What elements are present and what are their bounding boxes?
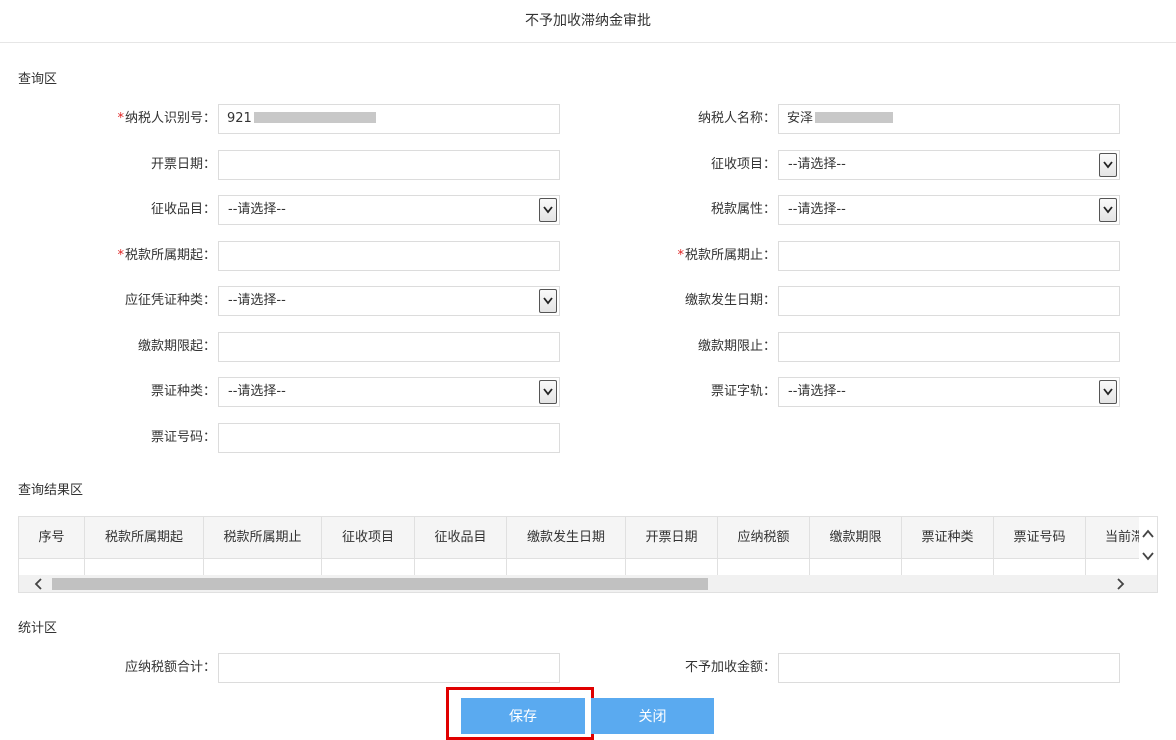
column-header[interactable]: 缴款发生日期 (507, 517, 626, 559)
period-start-label: *税款所属期起： (117, 248, 216, 263)
column-header[interactable]: 缴款期限 (810, 517, 902, 559)
exempt-amount-input[interactable] (778, 653, 1120, 683)
save-button[interactable]: 保存 (461, 698, 585, 734)
tax-attribute-label: 税款属性： (710, 202, 776, 217)
levy-item-label: 征收项目： (710, 157, 776, 172)
chevron-down-icon[interactable] (1141, 549, 1155, 563)
redaction-mask (815, 112, 894, 123)
results-grid: 序号 税款所属期起 税款所属期止 征收项目 征收品目 缴款发生日期 开票日期 应… (18, 516, 1158, 593)
scrollbar-thumb[interactable] (52, 578, 708, 590)
query-section-title: 查询区 (18, 72, 58, 87)
taxpayer-id-input[interactable]: 921 (218, 104, 560, 134)
required-mark: * (117, 248, 124, 263)
tax-attribute-select[interactable]: --请选择-- (778, 195, 1120, 225)
chevron-right-icon[interactable] (1113, 577, 1127, 591)
voucher-type-label: 应征凭证种类： (124, 293, 216, 308)
deadline-end-input[interactable] (778, 332, 1120, 362)
deadline-end-label: 缴款期限止： (697, 339, 776, 354)
period-end-label: *税款所属期止： (677, 248, 776, 263)
chevron-left-icon[interactable] (32, 577, 46, 591)
taxpayer-name-label: 纳税人名称： (697, 111, 776, 126)
exempt-amount-label: 不予加收金额： (684, 660, 776, 675)
ticket-track-label: 票证字轨： (710, 384, 776, 399)
ticket-number-input[interactable] (218, 423, 560, 453)
taxpayer-name-input[interactable]: 安泽 (778, 104, 1120, 134)
column-header[interactable]: 应纳税额 (718, 517, 810, 559)
chevron-up-icon[interactable] (1141, 527, 1155, 541)
ticket-number-label: 票证号码： (150, 430, 216, 445)
close-button[interactable]: 关闭 (591, 698, 714, 734)
grid-header: 序号 税款所属期起 税款所属期止 征收项目 征收品目 缴款发生日期 开票日期 应… (19, 517, 1141, 559)
ticket-type-select[interactable]: --请选择-- (218, 377, 560, 407)
horizontal-scrollbar[interactable] (19, 575, 1157, 592)
chevron-down-icon[interactable] (539, 198, 557, 222)
column-header[interactable]: 票证号码 (994, 517, 1086, 559)
window-title: 不予加收滞纳金审批 (0, 0, 1176, 43)
deadline-start-input[interactable] (218, 332, 560, 362)
results-section-title: 查询结果区 (18, 483, 84, 498)
period-end-input[interactable] (778, 241, 1120, 271)
column-header[interactable]: 征收品目 (415, 517, 507, 559)
payment-date-input[interactable] (778, 286, 1120, 316)
invoice-date-label: 开票日期： (150, 157, 216, 172)
column-header[interactable]: 当前滞 (1086, 517, 1141, 559)
column-header[interactable]: 税款所属期起 (85, 517, 204, 559)
total-tax-input[interactable] (218, 653, 560, 683)
chevron-down-icon[interactable] (1099, 153, 1117, 177)
levy-item-select[interactable]: --请选择-- (778, 150, 1120, 180)
redaction-mask (253, 112, 376, 123)
taxpayer-id-label: *纳税人识别号： (117, 111, 216, 126)
total-tax-label: 应纳税额合计： (124, 660, 216, 675)
column-header[interactable]: 序号 (19, 517, 85, 559)
period-start-input[interactable] (218, 241, 560, 271)
ticket-type-label: 票证种类： (150, 384, 216, 399)
chevron-down-icon[interactable] (539, 380, 557, 404)
ticket-track-select[interactable]: --请选择-- (778, 377, 1120, 407)
chevron-down-icon[interactable] (1099, 380, 1117, 404)
invoice-date-input[interactable] (218, 150, 560, 180)
chevron-down-icon[interactable] (1099, 198, 1117, 222)
levy-category-label: 征收品目： (150, 202, 216, 217)
voucher-type-select[interactable]: --请选择-- (218, 286, 560, 316)
column-header[interactable]: 征收项目 (322, 517, 415, 559)
chevron-down-icon[interactable] (539, 289, 557, 313)
column-header[interactable]: 票证种类 (902, 517, 994, 559)
stats-section-title: 统计区 (18, 621, 58, 636)
payment-date-label: 缴款发生日期： (684, 293, 776, 308)
vertical-scrollbar[interactable] (1139, 517, 1157, 575)
levy-category-select[interactable]: --请选择-- (218, 195, 560, 225)
required-mark: * (117, 111, 124, 126)
required-mark: * (677, 248, 684, 263)
column-header[interactable]: 税款所属期止 (204, 517, 322, 559)
column-header[interactable]: 开票日期 (626, 517, 718, 559)
deadline-start-label: 缴款期限起： (137, 339, 216, 354)
